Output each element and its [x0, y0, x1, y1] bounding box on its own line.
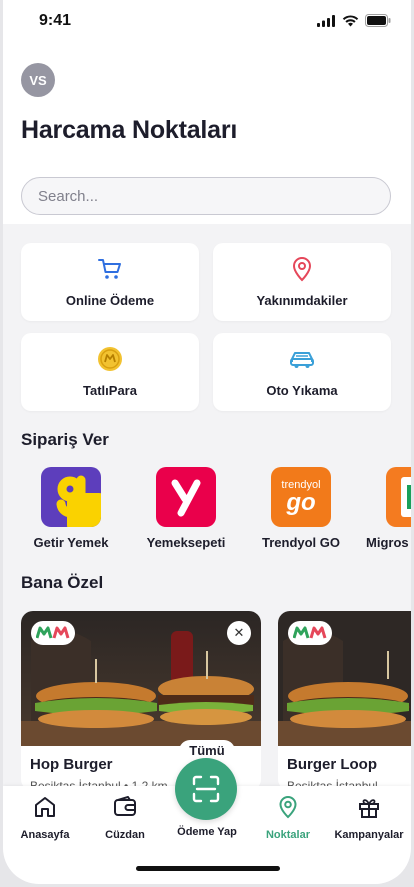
- tab-label: Kampanyalar: [334, 829, 404, 841]
- signal-icon: [317, 14, 335, 27]
- tile-label: Oto Yıkama: [266, 383, 338, 398]
- brand-name: Yemeksepeti: [146, 535, 226, 550]
- tab-label: Noktalar: [265, 829, 311, 841]
- tab-odeme-yap[interactable]: Ödeme Yap: [165, 822, 249, 838]
- wallet-icon: [114, 796, 136, 816]
- yemeksepeti-logo: [156, 467, 216, 527]
- tile-yakinimdakiler[interactable]: Yakınımdakiler: [213, 243, 391, 321]
- brand-name: Trendyol GO: [261, 535, 340, 550]
- go-logo-text: go: [286, 488, 316, 516]
- tab-cuzdan[interactable]: Cüzdan: [83, 794, 167, 841]
- partner-badge: [31, 621, 75, 645]
- page-title: Harcama Noktaları: [21, 116, 238, 144]
- tab-label: Anasayfa: [20, 829, 70, 841]
- migros-logo: [386, 467, 411, 527]
- battery-icon: [365, 14, 391, 27]
- trendyol-go-logo: trendyol go: [271, 467, 331, 527]
- m-logo-icon: [36, 626, 70, 639]
- tile-label: Online Ödeme: [65, 293, 155, 308]
- status-bar: 9:41: [3, 0, 411, 44]
- scan-pay-button[interactable]: [175, 758, 237, 820]
- close-icon[interactable]: ✕: [227, 621, 251, 645]
- yemeksepeti-y-glyph: [171, 479, 201, 517]
- brand-yemeksepeti[interactable]: Yemeksepeti: [136, 467, 236, 550]
- tile-oto-yikama[interactable]: Oto Yıkama: [213, 333, 391, 411]
- venue-card[interactable]: Burger Loop Beşiktaş İstanbul: [278, 611, 411, 791]
- tile-label: Yakınımdakiler: [256, 293, 348, 308]
- status-icons: [317, 14, 391, 27]
- tile-label: TatlıPara: [83, 383, 137, 398]
- section-title-special: Bana Özel: [21, 573, 104, 592]
- tile-tatlipara[interactable]: TatlıPara: [21, 333, 199, 411]
- home-icon: [35, 797, 55, 817]
- location-pin-icon: [292, 256, 312, 282]
- tab-label: Ödeme Yap: [177, 826, 237, 838]
- scan-icon: [192, 775, 220, 803]
- brand-migros[interactable]: Migros: [366, 467, 411, 550]
- location-pin-icon: [279, 795, 297, 819]
- status-time: 9:41: [39, 12, 72, 29]
- phone-screen: 9:41 VS Harcama Noktaları Search... Onli…: [3, 0, 411, 884]
- section-title-order: Sipariş Ver: [21, 430, 109, 449]
- home-indicator: [136, 866, 280, 871]
- getir-logo: [41, 467, 101, 527]
- venue-name: Hop Burger: [30, 756, 113, 773]
- tab-noktalar[interactable]: Noktalar: [246, 794, 330, 841]
- getir-g-glyph: [56, 475, 86, 518]
- m-logo-icon: [293, 626, 327, 639]
- partner-badge: [288, 621, 332, 645]
- tab-kampanyalar[interactable]: Kampanyalar: [327, 794, 411, 841]
- avatar[interactable]: VS: [21, 63, 55, 97]
- tab-anasayfa[interactable]: Anasayfa: [3, 794, 87, 841]
- car-icon: [290, 352, 314, 368]
- venue-name: Burger Loop: [287, 756, 377, 773]
- brand-trendyol-go[interactable]: trendyol go Trendyol GO: [251, 467, 351, 550]
- search-input[interactable]: [21, 177, 391, 215]
- tile-online-odeme[interactable]: Online Ödeme: [21, 243, 199, 321]
- cart-icon: [98, 259, 121, 279]
- coin-icon: [98, 347, 122, 371]
- brand-name: Migros: [366, 535, 409, 550]
- tab-label: Cüzdan: [105, 829, 145, 841]
- brand-name: Getir Yemek: [33, 535, 109, 550]
- brand-getir-yemek[interactable]: Getir Yemek: [21, 467, 121, 550]
- gift-icon: [359, 799, 379, 818]
- wifi-icon: [342, 14, 359, 26]
